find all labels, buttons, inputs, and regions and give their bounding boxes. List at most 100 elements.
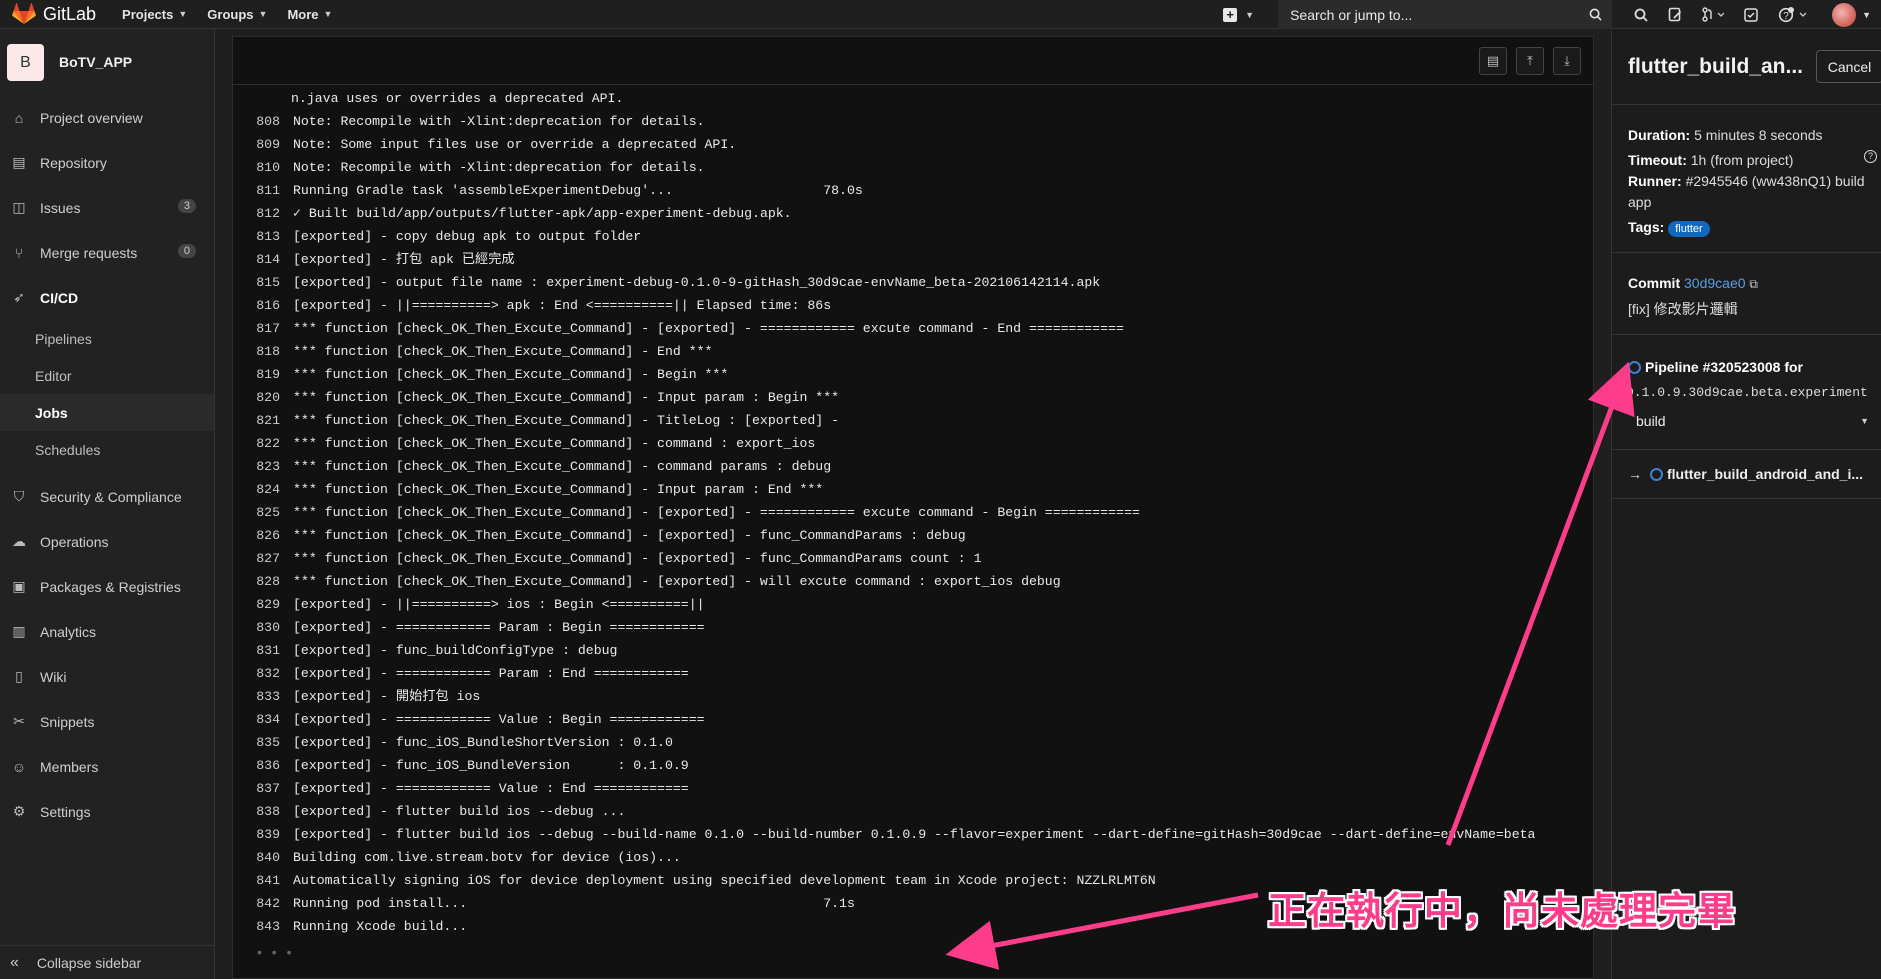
- new-dropdown-button[interactable]: + ▼: [1223, 7, 1254, 22]
- log-line-number[interactable]: 828: [233, 570, 293, 593]
- stage-select[interactable]: build ▼: [1636, 403, 1881, 439]
- sidebar-subitem-schedules[interactable]: Schedules: [0, 431, 214, 468]
- sidebar-item-snippets[interactable]: ✂ Snippets: [0, 699, 214, 744]
- log-line-number[interactable]: 825: [233, 501, 293, 524]
- sidebar-item-issues[interactable]: ◫ Issues 3: [0, 185, 214, 230]
- pipeline-link[interactable]: Pipeline #320523008 for: [1645, 359, 1803, 375]
- chevron-down-icon: ▼: [323, 9, 333, 19]
- gitlab-logo[interactable]: GitLab: [12, 0, 96, 29]
- log-line-number[interactable]: 815: [233, 271, 293, 294]
- log-line-text: *** function [check_OK_Then_Excute_Comma…: [293, 390, 840, 405]
- sidebar-item-operations[interactable]: ☁ Operations: [0, 519, 214, 564]
- sidebar-item-settings[interactable]: ⚙ Settings: [0, 789, 214, 834]
- log-line: 838 [exported] - flutter build ios --debu…: [233, 800, 1593, 823]
- log-line-number[interactable]: 819: [233, 363, 293, 386]
- copy-icon[interactable]: ⧉: [1749, 277, 1758, 291]
- cancel-job-button[interactable]: Cancel: [1816, 50, 1881, 83]
- log-line-number[interactable]: 830: [233, 616, 293, 639]
- log-line-number[interactable]: 834: [233, 708, 293, 731]
- log-line-number[interactable]: 823: [233, 455, 293, 478]
- log-line-number[interactable]: 840: [233, 846, 293, 869]
- raw-log-button[interactable]: ▤: [1479, 46, 1507, 75]
- sidebar-item-wiki[interactable]: ▯ Wiki: [0, 654, 214, 699]
- merge-request-icon[interactable]: [1702, 7, 1725, 22]
- sidebar-item-label: Issues: [40, 199, 81, 216]
- log-line-number[interactable]: 813: [233, 225, 293, 248]
- log-line-number[interactable]: 838: [233, 800, 293, 823]
- collapse-sidebar-button[interactable]: « Collapse sidebar: [0, 945, 215, 979]
- log-line-text: [exported] - 打包 apk 已經完成: [293, 252, 515, 267]
- log-line-number[interactable]: 831: [233, 639, 293, 662]
- search-input[interactable]: Search or jump to...: [1278, 0, 1613, 29]
- sidebar-item-merge-requests[interactable]: ⑂ Merge requests 0: [0, 230, 214, 275]
- search-icon[interactable]: [1634, 8, 1648, 22]
- log-line-number[interactable]: 808: [233, 110, 293, 133]
- log-line-number[interactable]: 812: [233, 202, 293, 225]
- log-line: 833 [exported] - 開始打包 ios: [233, 685, 1593, 708]
- sidebar-item-packages-registries[interactable]: ▣ Packages & Registries: [0, 564, 214, 609]
- project-header[interactable]: B BoTV_APP: [0, 29, 214, 95]
- log-line: 829 [exported] - ||==========> ios : Begi…: [233, 593, 1593, 616]
- more-menu[interactable]: More ▼: [287, 7, 332, 22]
- collapse-sidebar-label: Collapse sidebar: [36, 954, 142, 971]
- log-line-number[interactable]: 817: [233, 317, 293, 340]
- log-line-number[interactable]: 841: [233, 869, 293, 892]
- log-line-number[interactable]: 824: [233, 478, 293, 501]
- sidebar-item-repository[interactable]: ▤ Repository: [0, 140, 214, 185]
- log-line: 831 [exported] - func_buildConfigType : d…: [233, 639, 1593, 662]
- help-icon[interactable]: ?: [1778, 6, 1810, 23]
- job-list-item[interactable]: flutter_build_android_and_i...: [1667, 466, 1863, 482]
- sidebar-item-members[interactable]: ☺ Members: [0, 744, 214, 789]
- log-line-number[interactable]: 810: [233, 156, 293, 179]
- log-line-number[interactable]: 839: [233, 823, 293, 846]
- project-avatar: B: [7, 43, 44, 81]
- log-line-number[interactable]: 842: [233, 892, 293, 915]
- issues-count-badge: 3: [177, 199, 196, 213]
- scroll-to-bottom-button[interactable]: ⤓: [1553, 46, 1581, 75]
- issues-icon[interactable]: [1668, 7, 1682, 22]
- app-window: GitLab Projects ▼ Groups ▼ More ▼ + ▼ Search…: [0, 0, 1881, 979]
- todo-icon[interactable]: [1744, 7, 1758, 22]
- tag-badge: flutter: [1668, 221, 1710, 237]
- log-line-number[interactable]: 835: [233, 731, 293, 754]
- search-icon: [1589, 8, 1602, 21]
- log-line-number[interactable]: 809: [233, 133, 293, 156]
- sidebar-subitem-editor[interactable]: Editor: [0, 357, 214, 394]
- log-line-number[interactable]: 822: [233, 432, 293, 455]
- chart-icon: ▥: [12, 623, 26, 639]
- log-line-number[interactable]: 811: [233, 179, 293, 202]
- scroll-to-top-button[interactable]: ⤒: [1516, 46, 1544, 75]
- sidebar-subitem-jobs[interactable]: Jobs: [0, 394, 214, 431]
- projects-menu[interactable]: Projects ▼: [122, 7, 187, 22]
- log-line-number[interactable]: 821: [233, 409, 293, 432]
- log-line-number[interactable]: 820: [233, 386, 293, 409]
- log-line-number[interactable]: [233, 87, 291, 110]
- log-line-text: [exported] - ============ Value : Begin …: [293, 712, 705, 727]
- commit-sha-link[interactable]: 30d9cae0: [1684, 275, 1746, 291]
- sidebar-item-analytics[interactable]: ▥ Analytics: [0, 609, 214, 654]
- log-line-number[interactable]: 832: [233, 662, 293, 685]
- groups-menu[interactable]: Groups ▼: [207, 7, 267, 22]
- log-line-number[interactable]: 814: [233, 248, 293, 271]
- log-line-number[interactable]: 833: [233, 685, 293, 708]
- groups-menu-label: Groups: [207, 6, 254, 22]
- sidebar-item-security-compliance[interactable]: ⛉ Security & Compliance: [0, 474, 214, 519]
- log-line-number[interactable]: 837: [233, 777, 293, 800]
- sidebar-item-project-overview[interactable]: ⌂ Project overview: [0, 95, 214, 140]
- log-line-number[interactable]: 816: [233, 294, 293, 317]
- log-line-number[interactable]: 818: [233, 340, 293, 363]
- log-line-number[interactable]: 836: [233, 754, 293, 777]
- top-right-nav: + ▼ Search or jump to... ? ▼: [1223, 0, 1881, 29]
- log-line-text: [exported] - ============ Value : End ==…: [293, 781, 689, 796]
- log-line-number[interactable]: 843: [233, 915, 293, 938]
- chevron-down-icon[interactable]: ▼: [1862, 10, 1871, 20]
- log-line-number[interactable]: 827: [233, 547, 293, 570]
- log-line-number[interactable]: 829: [233, 593, 293, 616]
- pipeline-ref[interactable]: 0.1.0.9.30d9cae.beta.experiment: [1626, 382, 1881, 403]
- log-line-number[interactable]: 826: [233, 524, 293, 547]
- user-avatar[interactable]: [1832, 2, 1857, 27]
- sidebar-item-cicd[interactable]: ➶ CI/CD: [0, 275, 214, 320]
- chevron-down-icon: ▼: [178, 9, 188, 19]
- help-icon[interactable]: ?: [1864, 150, 1877, 163]
- sidebar-subitem-pipelines[interactable]: Pipelines: [0, 320, 214, 357]
